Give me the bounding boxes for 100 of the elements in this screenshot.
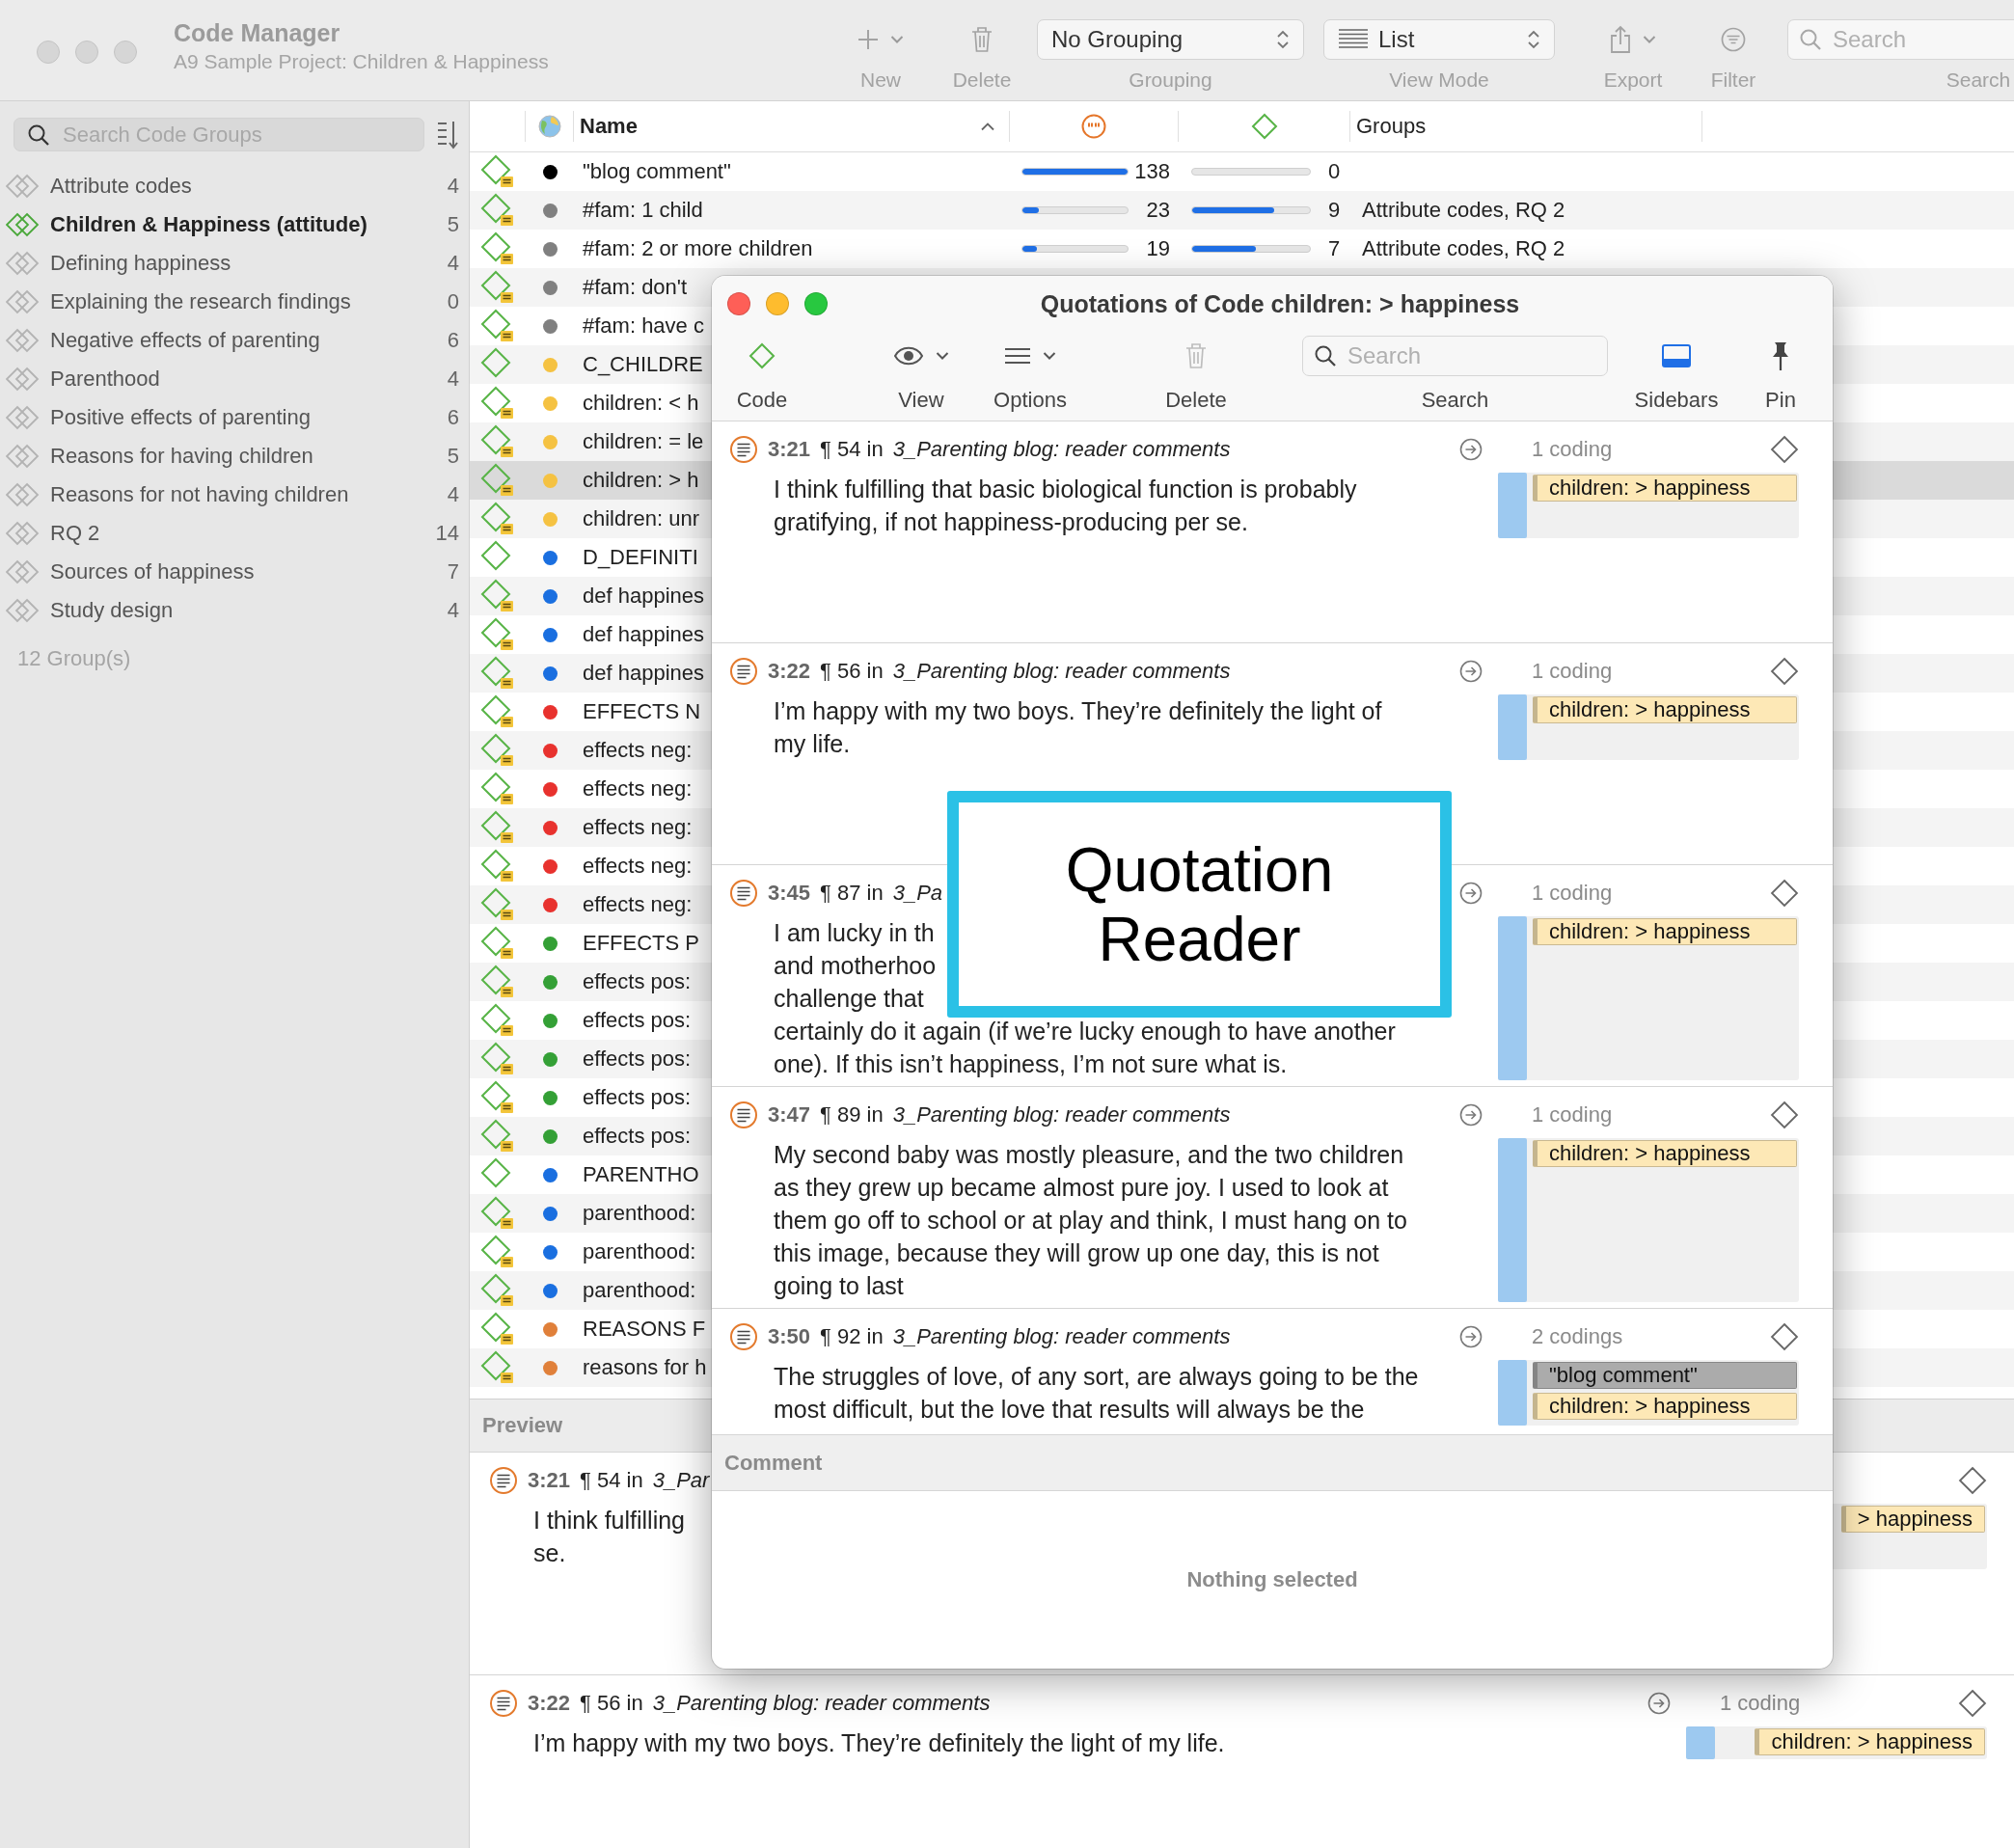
item-count: 5 [447, 444, 459, 469]
table-cell-text: #fam: have c [582, 313, 704, 339]
item-count: 4 [447, 598, 459, 623]
quotation-line: se. [533, 1538, 566, 1568]
table-cell-text: effects pos: [582, 1124, 692, 1149]
quotation-line: challenge that [774, 984, 924, 1014]
window-title: Code Manager [174, 18, 341, 48]
quotation-line: and motherhoo [774, 951, 937, 981]
quotation-line: gratifying, if not happiness-producing per se. [774, 507, 1248, 537]
table-cell: 0 [1328, 159, 1341, 184]
table-cell-text: EFFECTS P [582, 931, 699, 956]
item-count: 6 [447, 405, 459, 430]
quotation-line: one). If this isn’t happiness, I’m not sure what is. [774, 1049, 1288, 1079]
table-cell-text: parenthood: [582, 1201, 696, 1226]
quotation-id: 3:45 [768, 881, 811, 906]
item-count: 4 [447, 482, 459, 507]
codings-count: 1 coding [1532, 437, 1613, 462]
window-title: Quotations of Code children: > happiness [1040, 289, 1520, 318]
quotation-line: my life. [774, 729, 851, 759]
window-subtitle: A9 Sample Project: Children & Happiness [174, 49, 549, 74]
codings-count: 1 coding [1720, 1691, 1801, 1716]
quotation-line: as they grew up became almost pure joy. I used to look at [774, 1173, 1389, 1203]
table-cell-text: def happines [582, 584, 704, 609]
table-cell-text: def happines [582, 622, 704, 647]
toolbar-label: Search [1421, 388, 1489, 413]
codings-count: 1 coding [1532, 881, 1613, 906]
quotation-id: 3:50 [768, 1324, 811, 1349]
table-cell-text: 23 [1145, 198, 1170, 223]
quotation-line: certainly do it again (if we’re lucky enough to have another [774, 1017, 1396, 1046]
codings-count: 1 coding [1532, 659, 1613, 684]
quotation-line: I think fulfilling [533, 1506, 686, 1535]
quotation-id: 3:21 [528, 1468, 571, 1493]
table-cell-text: effects neg: [582, 892, 693, 917]
item-count: 7 [447, 559, 459, 584]
quotation-location: ¶ 92 in [820, 1324, 884, 1349]
quotation-location: ¶ 56 in [580, 1691, 643, 1716]
item-count: 5 [447, 212, 459, 237]
item-count: 14 [435, 521, 459, 546]
table-cell-text: effects pos: [582, 1046, 692, 1072]
quotation-line: I think fulfilling that basic biological function is probably [774, 475, 1357, 504]
quotation-line: this image, because they will grow up one day, this is not [774, 1238, 1379, 1268]
quotation-line: I’m happy with my two boys. They’re definitely the light of [774, 696, 1382, 726]
quotation-line: My second baby was mostly pleasure, and the two children [774, 1140, 1404, 1170]
codings-count: 1 coding [1532, 1102, 1613, 1128]
table-cell-text: 138 [1133, 159, 1170, 184]
quotation-id: 3:22 [768, 659, 811, 684]
table-cell-text: #fam: don't [582, 275, 688, 300]
table-cell-text: children: = le [582, 429, 704, 454]
quotation-id: 3:47 [768, 1102, 811, 1128]
table-cell-text: REASONS F [582, 1317, 706, 1342]
table-cell-text: effects neg: [582, 815, 693, 840]
table-cell: 7 [1328, 236, 1341, 261]
toolbar-label: Search [1946, 68, 2011, 93]
quotation-location: ¶ 54 in [820, 437, 884, 462]
item-count: 4 [447, 251, 459, 276]
callout-text: Quotation Reader [1064, 834, 1335, 974]
quotation-line: I am lucky in th [774, 918, 935, 948]
empty-message: Nothing selected [1186, 1567, 1358, 1592]
table-cell-text: reasons for h [582, 1355, 707, 1380]
table-cell-text: parenthood: [582, 1239, 696, 1264]
table-cell-text: Attribute codes, RQ 2 [1361, 236, 1566, 261]
quotation-line: going to last [774, 1271, 904, 1301]
table-cell-text: C_CHILDRE [582, 352, 703, 377]
quotation-id: 3:22 [528, 1691, 571, 1716]
toolbar-label: Grouping [1129, 68, 1212, 93]
table-cell-text: children: < h [582, 391, 699, 416]
item-count: 4 [447, 367, 459, 392]
item-count: 4 [447, 174, 459, 199]
codings-count: 2 codings [1532, 1324, 1623, 1349]
table-cell-text: effects neg: [582, 776, 693, 802]
group-count: 12 Group(s) [17, 646, 131, 671]
table-cell-text: #fam: 1 child [582, 198, 703, 223]
table-cell-text: #fam: 2 or more children [582, 236, 813, 261]
table-cell-text: effects neg: [582, 854, 693, 879]
table-cell-text: effects neg: [582, 738, 693, 763]
table-cell-text: D_DEFINITI [582, 545, 698, 570]
table-cell: 9 [1328, 198, 1341, 223]
panel-header: Comment [712, 1434, 1833, 1491]
quotation-line: them go off to school or at play and think, I must hang on to [774, 1206, 1407, 1236]
quotation-line: I’m happy with my two boys. They’re definitely the light of my life. [533, 1728, 1225, 1758]
table-cell-text: 19 [1145, 236, 1170, 261]
table-cell-text: "blog comment" [582, 159, 731, 184]
item-count: 6 [447, 328, 459, 353]
quotation-location: ¶ 54 in [580, 1468, 643, 1493]
table-cell-text: effects pos: [582, 1085, 692, 1110]
table-cell-text: effects pos: [582, 1008, 692, 1033]
quotation-location: ¶ 56 in [820, 659, 884, 684]
table-cell-text: effects pos: [582, 969, 692, 994]
item-count: 0 [447, 289, 459, 314]
quotation-line: The struggles of love, of any sort, are always going to be the [774, 1362, 1419, 1392]
quotation-location: ¶ 87 in [820, 881, 884, 906]
table-cell-text: children: unr [582, 506, 700, 531]
table-cell-text: def happines [582, 661, 704, 686]
quotation-location: ¶ 89 in [820, 1102, 884, 1128]
toolbar-label: View Mode [1389, 68, 1489, 93]
table-cell-text: EFFECTS N [582, 699, 701, 724]
table-cell-text: Attribute codes, RQ 2 [1361, 198, 1566, 223]
quotation-id: 3:21 [768, 437, 811, 462]
table-cell-text: children: > h [582, 468, 699, 493]
table-cell-text: parenthood: [582, 1278, 696, 1303]
